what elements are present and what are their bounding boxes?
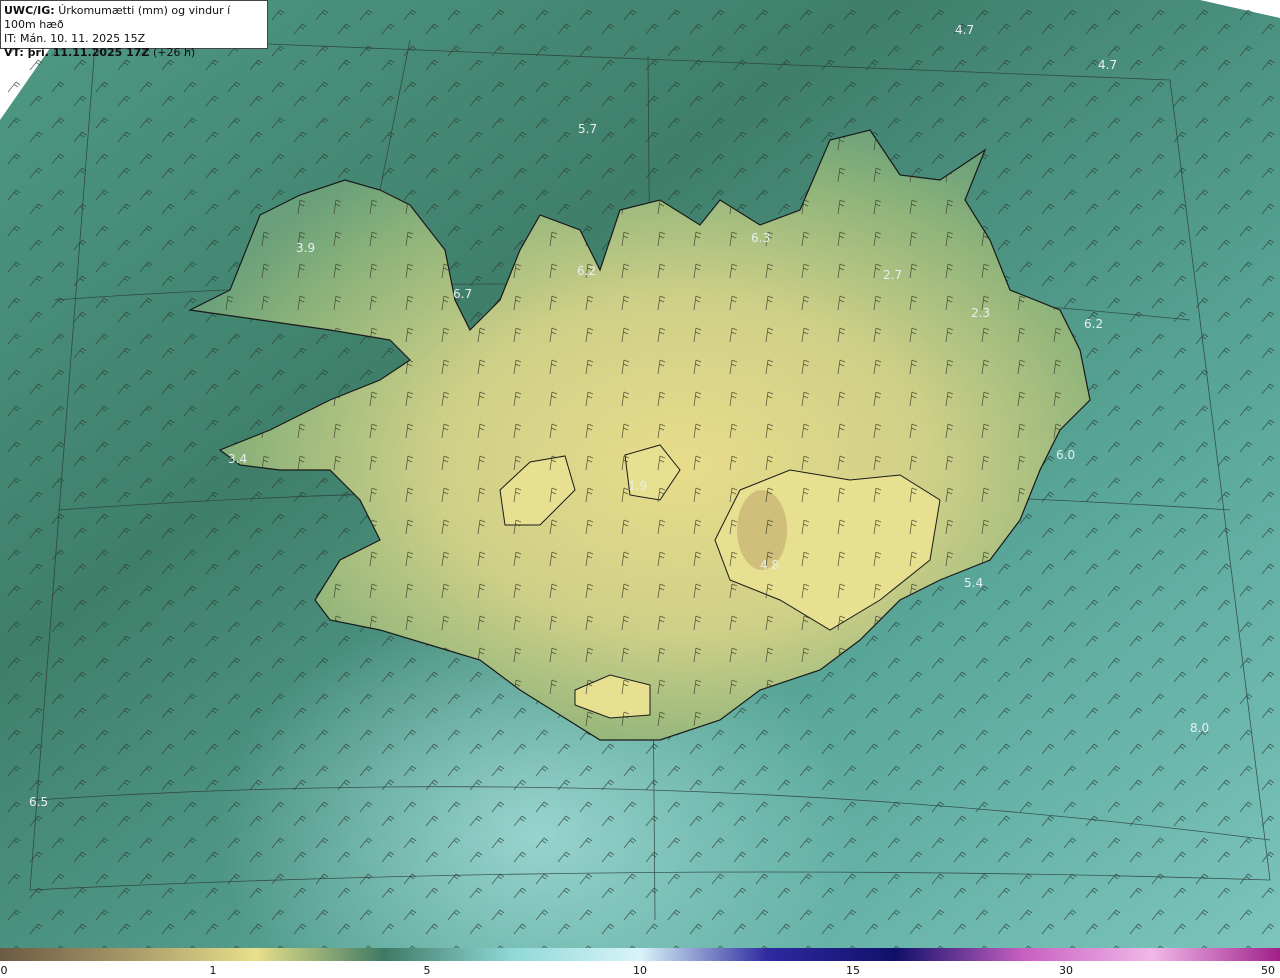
- map-label: 6.3: [751, 231, 770, 245]
- valid-time-line: VT: þri. 11.11.2025 17Z (+26 h): [4, 46, 264, 60]
- colorbar-tick: 0: [0, 964, 8, 977]
- colorbar-tick: 1: [209, 964, 217, 977]
- map-label: 4.7: [955, 23, 974, 37]
- map-label: 6.5: [29, 795, 48, 809]
- colorbar-tick: 15: [846, 964, 860, 977]
- colorbar-tick: 50: [1261, 964, 1275, 977]
- map-label: 3.4: [228, 452, 247, 466]
- map-info-box: UWC/IG: Úrkomumætti (mm) og vindur í 100…: [0, 0, 268, 59]
- weather-map[interactable]: 4.7 4.7 5.7 3.9 6.7 6.2 6.3 2.7 2.3 6.2 …: [0, 0, 1280, 948]
- map-label: 1.9: [628, 479, 647, 493]
- map-label: 6.0: [1056, 448, 1075, 462]
- map-label: 6.2: [1084, 317, 1103, 331]
- map-label: 4.8: [760, 558, 779, 572]
- map-label: 6.2: [577, 264, 596, 278]
- map-canvas: 4.7 4.7 5.7 3.9 6.7 6.2 6.3 2.7 2.3 6.2 …: [0, 0, 1280, 948]
- map-label: 8.0: [1190, 721, 1209, 735]
- map-label: 5.4: [964, 576, 983, 590]
- map-label: 6.7: [453, 287, 472, 301]
- colorbar-strip: [0, 948, 1280, 961]
- map-label: 3.9: [296, 241, 315, 255]
- map-label: 2.3: [971, 306, 990, 320]
- map-label: 5.7: [578, 122, 597, 136]
- colorbar-tick: 5: [423, 964, 431, 977]
- colorbar-tick: 30: [1059, 964, 1073, 977]
- colorbar: 0 1 5 10 15 30 50: [0, 948, 1280, 978]
- init-time: IT: Mán. 10. 11. 2025 15Z: [4, 32, 146, 45]
- model-name: UWC/IG:: [4, 4, 55, 17]
- map-label: 2.7: [883, 268, 902, 282]
- forecast-hour: (+26 h): [152, 46, 196, 59]
- map-label: 4.7: [1098, 58, 1117, 72]
- colorbar-tick: 10: [633, 964, 647, 977]
- title-line: UWC/IG: Úrkomumætti (mm) og vindur í 100…: [4, 4, 264, 32]
- valid-time: VT: þri. 11.11.2025 17Z: [4, 46, 150, 59]
